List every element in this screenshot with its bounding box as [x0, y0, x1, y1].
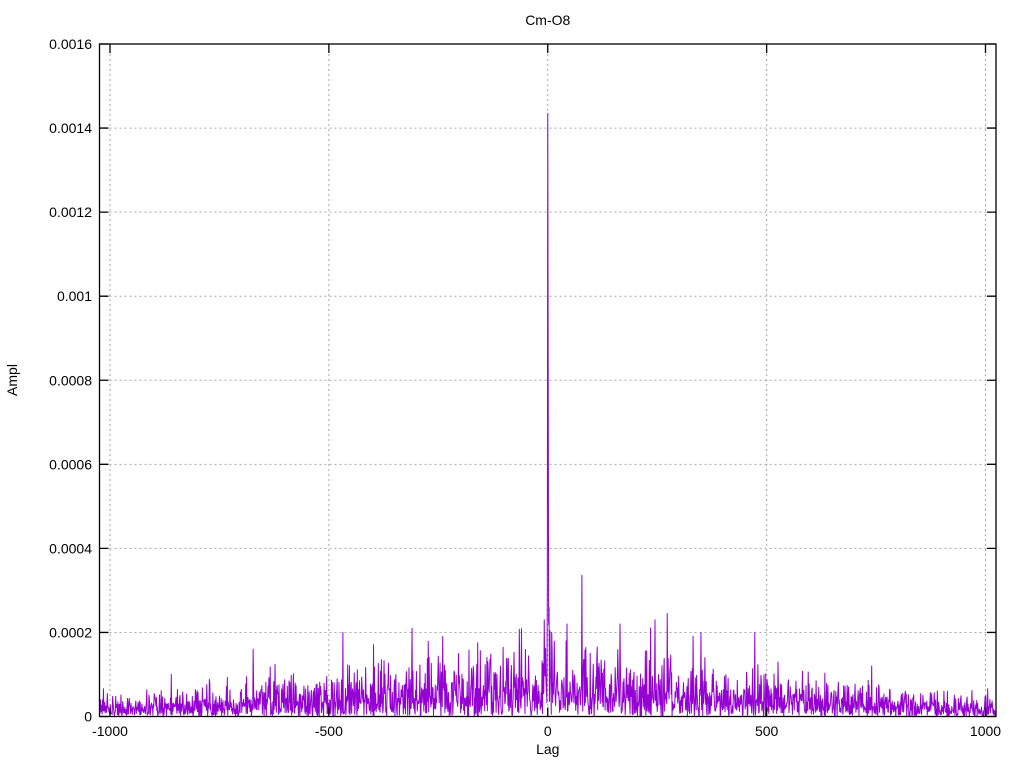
svg-text:-500: -500	[315, 723, 343, 739]
svg-text:-1000: -1000	[92, 723, 128, 739]
svg-text:0.0002: 0.0002	[49, 624, 92, 640]
svg-text:500: 500	[755, 723, 779, 739]
svg-text:0: 0	[544, 723, 552, 739]
svg-text:0: 0	[84, 709, 92, 725]
data-series	[99, 112, 996, 717]
svg-text:0.0004: 0.0004	[49, 540, 92, 556]
tick-labels: -1000 -500 0 500 1000 0 0.0002 0.0004 0.0006 0.00…	[49, 36, 1001, 739]
svg-text:0.0014: 0.0014	[49, 120, 92, 136]
svg-text:0.0012: 0.0012	[49, 204, 92, 220]
svg-text:0.0016: 0.0016	[49, 36, 92, 52]
y-axis-label: Ampl	[4, 364, 20, 396]
chart-title: Cm-O8	[525, 12, 570, 28]
svg-text:0.0008: 0.0008	[49, 372, 92, 388]
x-axis-label: Lag	[536, 741, 559, 757]
correlation-chart: -1000 -500 0 500 1000 0 0.0002 0.0004 0.0006 0.00…	[4, 12, 1001, 757]
svg-text:0.001: 0.001	[57, 288, 92, 304]
svg-text:0.0006: 0.0006	[49, 456, 92, 472]
svg-text:1000: 1000	[970, 723, 1001, 739]
gnuplot-figure: -1000 -500 0 500 1000 0 0.0002 0.0004 0.0006 0.00…	[0, 0, 1024, 768]
